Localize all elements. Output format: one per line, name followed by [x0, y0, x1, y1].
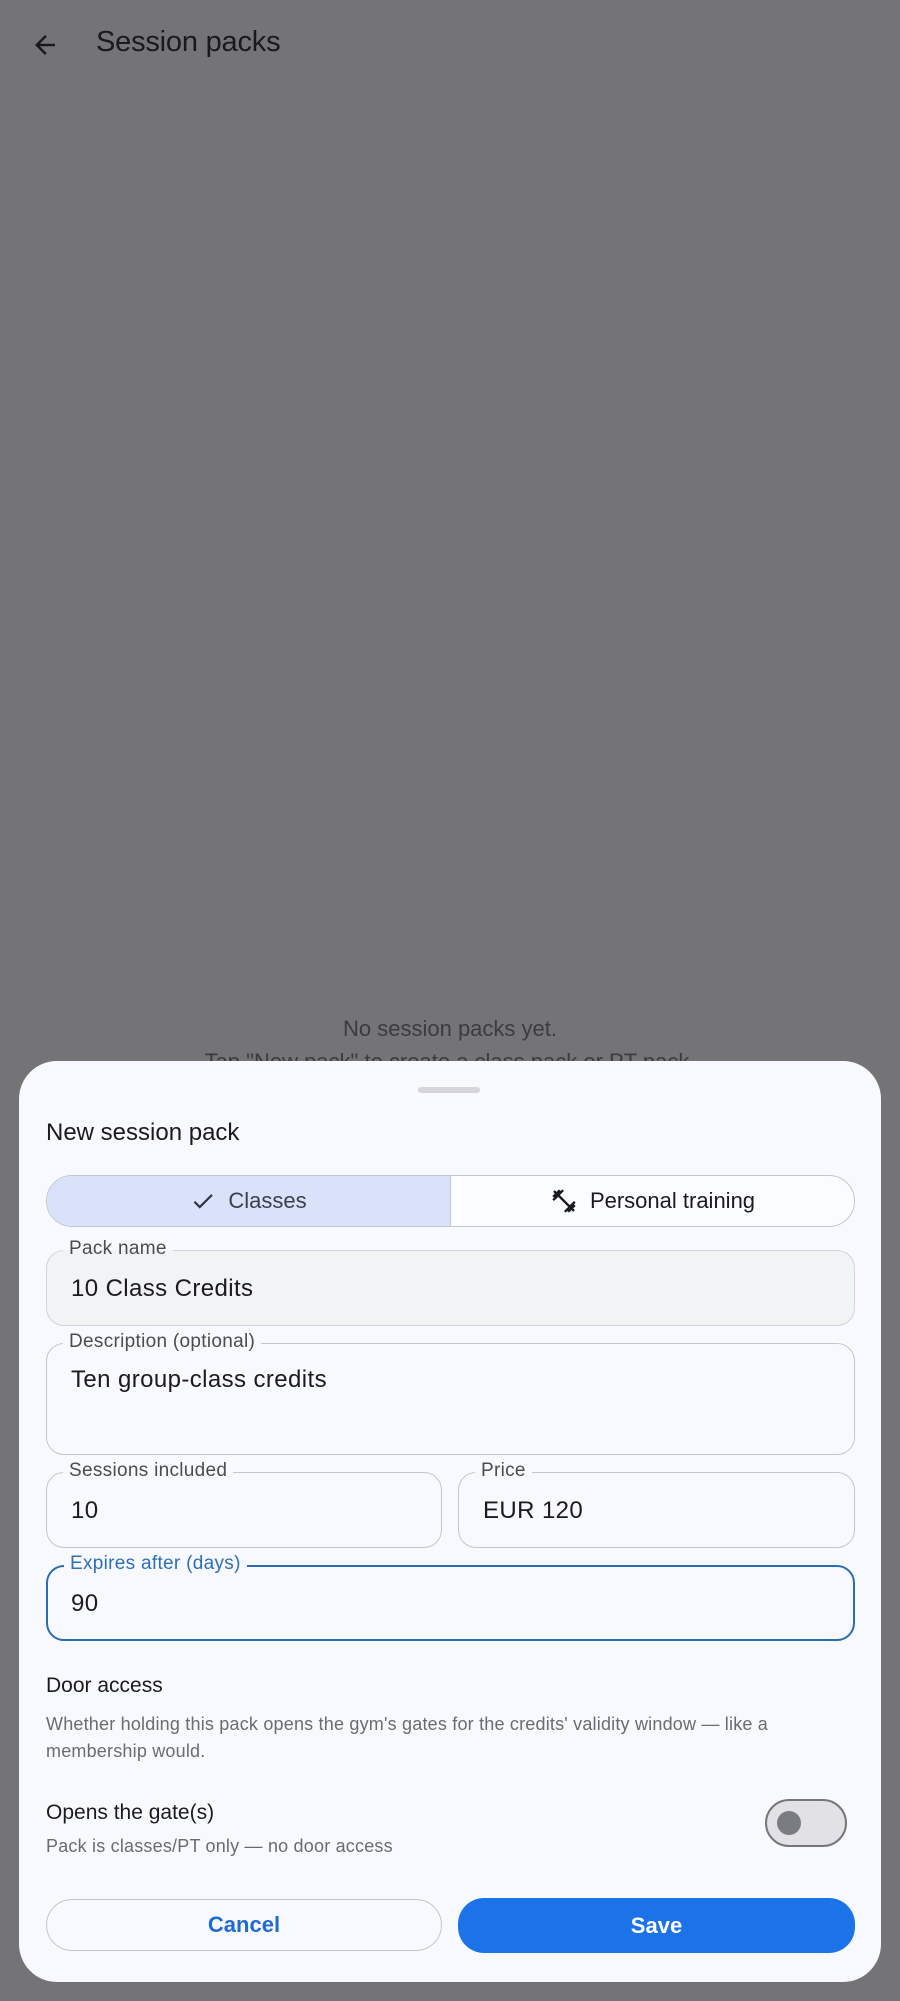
segment-label: Personal training	[589, 1188, 756, 1213]
segment-label: Classes	[228, 1188, 307, 1213]
price-field[interactable]: Price EUR 120	[458, 1460, 855, 1548]
new-pack-sheet: New session pack Classes Personal traini…	[19, 1061, 881, 1982]
pack-name-field[interactable]: Pack name 10 Class Credits	[46, 1238, 855, 1326]
door-access-description: Whether holding this pack opens the gym'…	[46, 1714, 769, 1761]
price-value: EUR 120	[483, 1497, 584, 1524]
check-icon	[194, 1194, 214, 1209]
dumbbell-icon	[552, 1189, 576, 1213]
sessions-label: Sessions included	[63, 1460, 234, 1482]
pack-name-label: Pack name	[63, 1238, 173, 1260]
expires-label: Expires after (days)	[64, 1553, 247, 1575]
back-button[interactable]	[22, 22, 68, 68]
pack-type-selector: Classes Personal training	[46, 1175, 855, 1227]
drag-handle[interactable]	[418, 1087, 480, 1093]
cancel-button[interactable]: Cancel	[46, 1899, 442, 1951]
save-button[interactable]: Save	[458, 1898, 855, 1953]
expires-field[interactable]: Expires after (days) 90	[46, 1553, 855, 1641]
pack-name-value: 10 Class Credits	[71, 1275, 254, 1302]
gate-switch-title: Opens the gate(s)	[46, 1801, 215, 1824]
segment-classes[interactable]: Classes	[47, 1176, 450, 1226]
description-field[interactable]: Description (optional) Ten group-class c…	[46, 1331, 855, 1455]
gate-toggle[interactable]	[765, 1799, 847, 1847]
description-value: Ten group-class credits	[71, 1366, 327, 1393]
sessions-field[interactable]: Sessions included 10	[46, 1460, 442, 1548]
app-bar: Session packs	[0, 0, 900, 90]
sheet-title: New session pack	[46, 1119, 240, 1146]
sessions-value: 10	[71, 1497, 99, 1524]
expires-value: 90	[71, 1590, 99, 1617]
toggle-knob	[777, 1811, 801, 1835]
description-label: Description (optional)	[63, 1331, 262, 1353]
page-title: Session packs	[96, 26, 281, 58]
segment-personal-training[interactable]: Personal training	[450, 1176, 854, 1226]
price-label: Price	[475, 1460, 532, 1482]
empty-state-text: No session packs yet.	[343, 1016, 557, 1041]
arrow-back-icon	[35, 35, 55, 55]
gate-switch-subtitle: Pack is classes/PT only — no door access	[46, 1836, 393, 1856]
door-access-title: Door access	[46, 1674, 163, 1697]
